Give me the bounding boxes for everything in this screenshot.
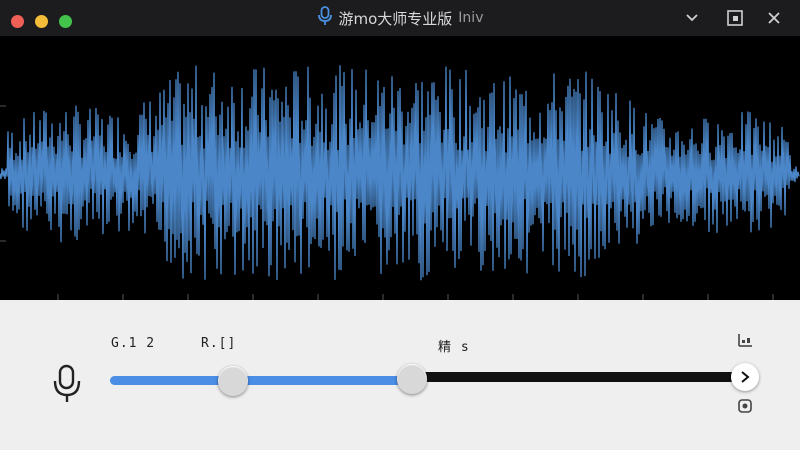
window-title: 游mo大师专业版	[338, 9, 453, 28]
microphone-icon[interactable]	[50, 364, 84, 404]
window-title-suffix: Iniv	[458, 10, 484, 26]
waveform-line	[0, 65, 800, 281]
slider-thumb-primary[interactable]	[217, 366, 248, 396]
waveform-display[interactable]	[0, 36, 800, 300]
equalizer-icon[interactable]	[737, 332, 753, 348]
window-maximize-icon[interactable]	[724, 7, 746, 29]
slider-label-left: G.1 2	[111, 336, 156, 351]
record-icon[interactable]	[737, 398, 753, 414]
slider-label-right: 精 s	[438, 340, 470, 355]
app-window: 游mo大师专业版 Iniv G.1 2 R.[] 精 s	[0, 0, 800, 450]
window-title-area: 游mo大师专业版 Iniv	[0, 0, 800, 36]
microphone-icon	[317, 6, 333, 30]
slider-label-mid: R.[]	[201, 336, 237, 351]
slider-fill[interactable]	[110, 376, 410, 385]
chevron-right-icon	[741, 371, 750, 383]
chevron-down-icon[interactable]	[681, 7, 703, 29]
title-bar: 游mo大师专业版 Iniv	[0, 0, 800, 36]
slider-track[interactable]	[405, 372, 740, 382]
close-icon[interactable]	[763, 7, 785, 29]
next-button[interactable]	[731, 363, 759, 391]
waveform-canvas	[0, 65, 800, 300]
